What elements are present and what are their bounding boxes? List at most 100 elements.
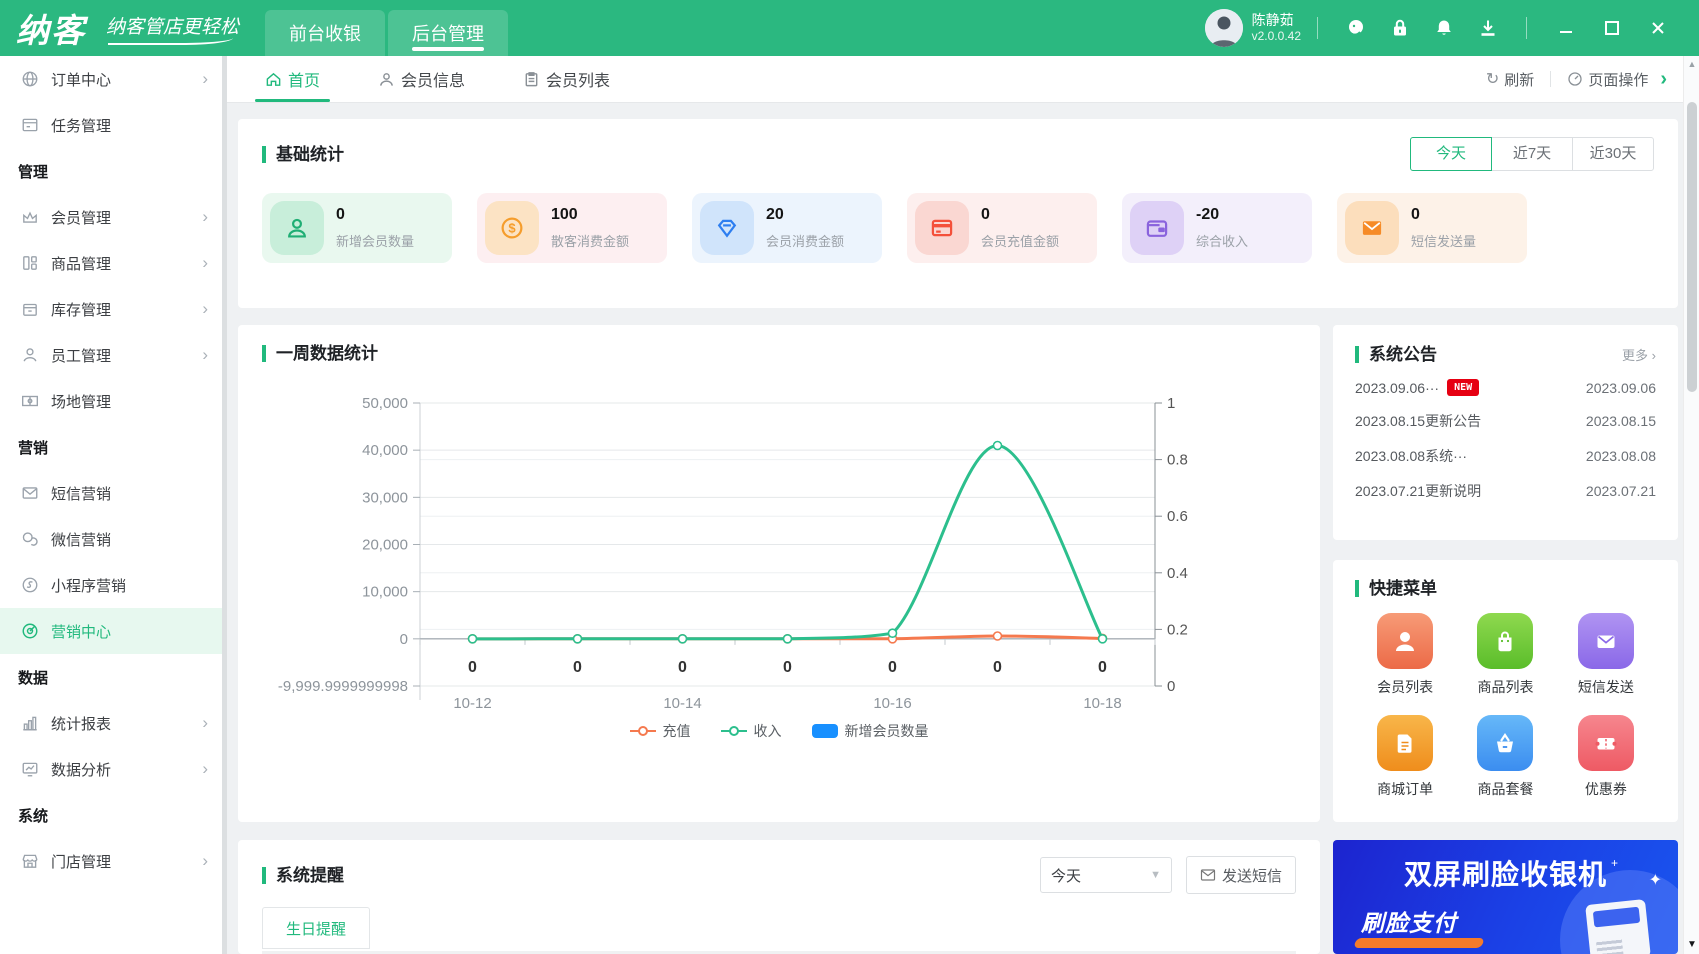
sidebar-item-order-center[interactable]: 订单中心 › (0, 56, 222, 102)
monitor-chart-icon (18, 759, 42, 779)
quick-mall-orders[interactable]: 商城订单 (1355, 715, 1455, 799)
tab-member-list[interactable]: 会员列表 (523, 56, 610, 102)
scroll-up-button[interactable]: ▲ (1684, 59, 1699, 69)
download-icon[interactable] (1477, 17, 1499, 39)
scrollbar-thumb[interactable] (1687, 102, 1697, 392)
refresh-button[interactable]: ↻ 刷新 (1486, 69, 1534, 90)
topbar-divider (1317, 17, 1318, 39)
lock-icon[interactable] (1389, 17, 1411, 39)
stat-new-members: 0 新增会员数量 (262, 193, 452, 263)
clipboard-icon (523, 71, 540, 88)
sidebar-item-member-manage[interactable]: 会员管理 › (0, 194, 222, 240)
new-badge: NEW (1447, 379, 1480, 396)
topbar-right: 陈静茹 v2.0.0.42 (1204, 9, 1681, 47)
ad-banner[interactable]: 双屏刷脸收银机 刷脸支付 ✦ + (1333, 840, 1678, 954)
stat-recharge-amount: 0 会员充值金额 (907, 193, 1097, 263)
svg-text:40,000: 40,000 (362, 442, 408, 459)
filter-7days[interactable]: 近7天 (1491, 137, 1573, 171)
announcements-title: 系统公告 (1355, 346, 1437, 363)
sidebar: 订单中心 › 任务管理 管理 会员管理 › 商品管理 › 库存管理 › 员工管理 › (0, 56, 222, 954)
crown-icon (18, 207, 42, 227)
quick-coupons[interactable]: 优惠券 (1556, 715, 1656, 799)
quick-member-list[interactable]: 会员列表 (1355, 613, 1455, 697)
legend-income[interactable]: 收入 (720, 721, 782, 741)
globe-icon (18, 69, 42, 89)
quick-goods-package[interactable]: 商品套餐 (1455, 715, 1555, 799)
support-icon[interactable] (1345, 17, 1367, 39)
scroll-down-button[interactable]: ▼ (1684, 939, 1699, 950)
wechat-icon (18, 529, 42, 549)
sidebar-item-miniapp-marketing[interactable]: 小程序营销 (0, 562, 222, 608)
announcement-row[interactable]: 2023.09.06··· NEW 2023.09.06 (1355, 379, 1656, 396)
stat-label: 会员消费金额 (766, 234, 845, 249)
stat-sms-sent: 0 短信发送量 (1337, 193, 1527, 263)
more-link[interactable]: 更多 › (1622, 345, 1656, 364)
stat-label: 散客消费金额 (551, 234, 630, 249)
svg-text:30,000: 30,000 (362, 489, 408, 506)
announcement-row[interactable]: 2023.08.15更新公告 2023.08.15 (1355, 411, 1656, 431)
person-icon (378, 71, 395, 88)
member-stat-icon (270, 201, 324, 255)
quick-goods-list[interactable]: 商品列表 (1455, 613, 1555, 697)
topbar: 纳客 纳客管店更轻松 前台收银 后台管理 陈静茹 v2.0.0.42 (0, 0, 1699, 56)
sidebar-item-store-manage[interactable]: 门店管理 › (0, 838, 222, 884)
svg-text:0: 0 (468, 659, 477, 676)
sidebar-item-goods-manage[interactable]: 商品管理 › (0, 240, 222, 286)
svg-text:0.2: 0.2 (1167, 621, 1188, 638)
sidebar-item-staff-manage[interactable]: 员工管理 › (0, 332, 222, 378)
coupon-icon (1577, 715, 1634, 771)
sidebar-item-stats-report[interactable]: 统计报表 › (0, 700, 222, 746)
basic-stats-title: 基础统计 (262, 145, 344, 163)
system-reminder-title: 系统提醒 (262, 866, 344, 884)
filter-today[interactable]: 今天 (1410, 137, 1492, 171)
tab-label: 首页 (288, 73, 321, 90)
avatar[interactable] (1204, 9, 1243, 47)
scrollbar-track[interactable]: ▲ ▼ (1683, 56, 1699, 954)
expand-chevron-icon[interactable]: › (1660, 68, 1667, 91)
sidebar-item-marketing-center[interactable]: 营销中心 (0, 608, 222, 654)
stat-member-spend: 20 会员消费金额 (692, 193, 882, 263)
tab-home[interactable]: 首页 (254, 56, 331, 102)
sidebar-item-wechat-marketing[interactable]: 微信营销 (0, 516, 222, 562)
sidebar-item-venue-manage[interactable]: 场地管理 (0, 378, 222, 424)
sidebar-item-task-manage[interactable]: 任务管理 (0, 102, 222, 148)
send-sms-button[interactable]: 发送短信 (1185, 856, 1296, 894)
quick-menu-title: 快捷菜单 (1355, 580, 1656, 597)
reminder-date-select[interactable]: 今天 ▼ (1039, 857, 1172, 893)
sidebar-item-data-analysis[interactable]: 数据分析 › (0, 746, 222, 792)
sidebar-item-label: 商品管理 (51, 255, 112, 273)
banner-underline (1353, 938, 1485, 948)
quick-label: 商城订单 (1377, 781, 1434, 797)
legend-recharge[interactable]: 充值 (629, 721, 691, 741)
quick-label: 优惠券 (1584, 781, 1627, 797)
tab-member-info[interactable]: 会员信息 (378, 56, 465, 102)
bar-chart-icon (18, 713, 42, 733)
sidebar-item-label: 会员管理 (51, 209, 112, 227)
announcement-row[interactable]: 2023.07.21更新说明 2023.07.21 (1355, 481, 1656, 501)
page-ops-button[interactable]: 页面操作 (1567, 69, 1648, 90)
venue-icon (18, 391, 42, 411)
close-button[interactable] (1647, 17, 1669, 39)
app-version: v2.0.0.42 (1251, 29, 1301, 44)
bell-icon[interactable] (1433, 17, 1455, 39)
sidebar-item-sms-marketing[interactable]: 短信营销 (0, 470, 222, 516)
system-reminder-card: 系统提醒 今天 ▼ 发送短信 生日提醒 (238, 840, 1320, 954)
sidebar-item-label: 统计报表 (51, 715, 112, 733)
sidebar-item-label: 短信营销 (51, 485, 112, 503)
sidebar-item-inventory-manage[interactable]: 库存管理 › (0, 286, 222, 332)
minimize-button[interactable] (1555, 17, 1577, 39)
nav-backend-manage[interactable]: 后台管理 (388, 10, 509, 56)
birthday-reminder-tab[interactable]: 生日提醒 (262, 907, 370, 949)
sidebar-scrollbar[interactable] (222, 56, 227, 954)
maximize-button[interactable] (1601, 17, 1623, 39)
quick-sms-send[interactable]: 短信发送 (1556, 613, 1656, 697)
svg-text:0: 0 (678, 659, 687, 676)
line-swatch (720, 726, 747, 736)
target-icon (18, 621, 42, 641)
filter-30days[interactable]: 近30天 (1572, 137, 1654, 171)
legend-new-members[interactable]: 新增会员数量 (811, 721, 929, 741)
announcement-row[interactable]: 2023.08.08系统··· 2023.08.08 (1355, 446, 1656, 466)
banner-headline: 双屏刷脸收银机 (1403, 859, 1607, 890)
sidebar-item-label: 库存管理 (51, 301, 112, 319)
nav-front-cashier[interactable]: 前台收银 (265, 10, 386, 56)
